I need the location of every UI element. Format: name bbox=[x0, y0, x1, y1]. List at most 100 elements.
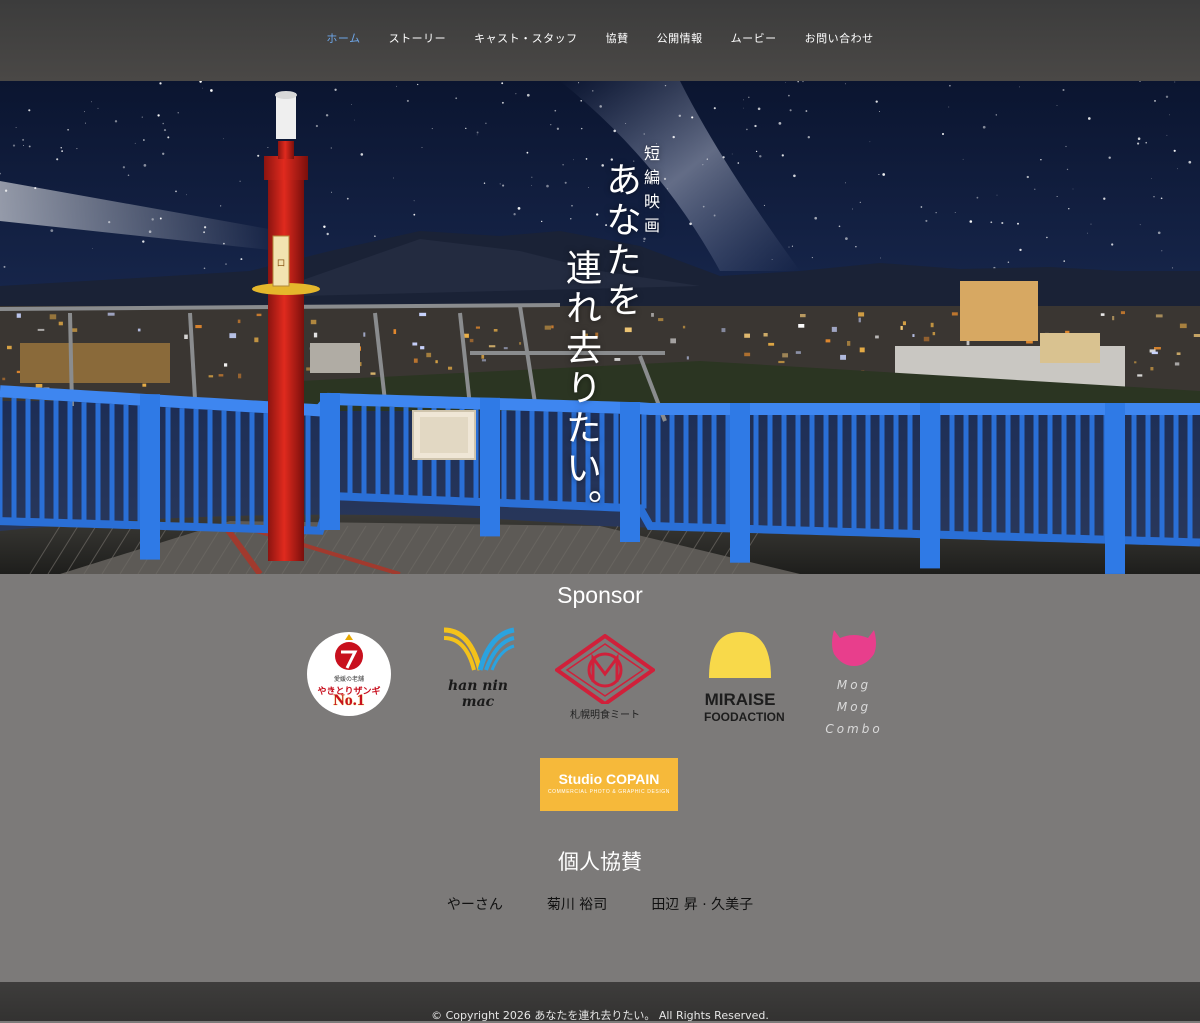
star-dot bbox=[882, 173, 886, 176]
star-dot bbox=[513, 213, 516, 216]
star-dot bbox=[778, 122, 782, 125]
city-light bbox=[475, 326, 480, 329]
city-light bbox=[107, 312, 115, 316]
star-dot bbox=[935, 212, 937, 214]
railing-post bbox=[140, 394, 160, 560]
city-light bbox=[310, 319, 317, 325]
sponsor-mogmog-logo[interactable]: Mog Mog Combo bbox=[818, 626, 890, 738]
star-dot bbox=[541, 220, 543, 223]
sponsor-meishoku-logo[interactable]: 札幌明食ミート bbox=[555, 634, 655, 724]
nav-item-home[interactable]: ホーム bbox=[312, 31, 374, 47]
hanninmac-text: han nin mac bbox=[448, 678, 508, 710]
city-light bbox=[1154, 347, 1161, 350]
star-dot bbox=[995, 114, 997, 116]
star-dot bbox=[177, 112, 179, 114]
star-dot bbox=[1151, 178, 1152, 180]
city-light bbox=[782, 353, 788, 358]
star-dot bbox=[186, 194, 187, 196]
city-light bbox=[800, 314, 806, 318]
city-light bbox=[795, 351, 801, 354]
star-dot bbox=[663, 177, 667, 181]
city-light bbox=[237, 319, 241, 324]
star-dot bbox=[15, 127, 17, 129]
city-light bbox=[503, 347, 508, 350]
nav-item-story[interactable]: ストーリー bbox=[375, 31, 461, 47]
star-dot bbox=[240, 258, 243, 261]
star-dot bbox=[1176, 168, 1178, 170]
nav-item-release-info[interactable]: 公開情報 bbox=[643, 31, 717, 47]
star-dot bbox=[465, 127, 467, 130]
city-light bbox=[682, 325, 686, 329]
star-dot bbox=[1062, 88, 1065, 92]
nav-item-contact[interactable]: お問い合わせ bbox=[791, 31, 888, 47]
star-dot bbox=[476, 131, 479, 134]
individual-sponsor-list: やーさん 菊川 裕司 田辺 昇 · 久美子 bbox=[0, 894, 1200, 914]
star-dot bbox=[706, 158, 708, 160]
star-dot bbox=[814, 216, 818, 220]
nav-item-movie[interactable]: ムービー bbox=[717, 31, 791, 47]
sponsor-miraise-logo[interactable]: MIRAISE FOODACTION bbox=[704, 630, 785, 730]
city-light bbox=[932, 332, 936, 336]
star-dot bbox=[61, 150, 63, 152]
star-dot bbox=[60, 147, 62, 149]
star-dot bbox=[431, 128, 433, 130]
star-dot bbox=[175, 190, 177, 193]
star-dot bbox=[325, 114, 329, 117]
star-dot bbox=[962, 158, 964, 160]
star-dot bbox=[50, 229, 54, 232]
nav-item-sponsor[interactable]: 協賛 bbox=[592, 31, 643, 47]
site-footer: © Copyright 2026 あなたを連れ去りたい。 All Rights … bbox=[0, 982, 1200, 1022]
city-light bbox=[900, 326, 903, 330]
star-dot bbox=[1034, 188, 1036, 190]
nav-item-cast-staff[interactable]: キャスト・スタッフ bbox=[460, 31, 592, 47]
star-dot bbox=[1153, 196, 1155, 198]
star-dot bbox=[976, 196, 979, 199]
star-dot bbox=[162, 122, 164, 125]
city-light bbox=[1193, 334, 1200, 337]
star-dot bbox=[97, 107, 99, 109]
city-light bbox=[229, 333, 237, 339]
star-dot bbox=[763, 204, 765, 206]
star-dot bbox=[1171, 267, 1174, 269]
star-dot bbox=[784, 82, 786, 83]
star-dot bbox=[731, 153, 733, 155]
star-dot bbox=[713, 214, 716, 217]
sponsor-yakitori-logo[interactable]: 愛媛の老舗 やきとりザンギ No.1 bbox=[307, 632, 391, 716]
star-dot bbox=[562, 164, 564, 166]
city-light bbox=[519, 342, 522, 345]
yellow-dome-icon bbox=[709, 632, 771, 678]
star-dot bbox=[564, 181, 567, 184]
star-dot bbox=[788, 94, 790, 97]
city-light bbox=[831, 326, 837, 332]
city-light bbox=[651, 313, 654, 317]
star-dot bbox=[334, 88, 337, 91]
city-light bbox=[306, 367, 311, 371]
star-dot bbox=[869, 141, 871, 143]
star-dot bbox=[1019, 86, 1020, 88]
city-light bbox=[481, 359, 486, 362]
star-dot bbox=[845, 237, 848, 240]
city-light bbox=[1100, 313, 1105, 316]
star-dot bbox=[413, 200, 415, 202]
city-light bbox=[1120, 311, 1125, 315]
city-light bbox=[313, 332, 318, 338]
star-dot bbox=[315, 124, 319, 128]
star-dot bbox=[743, 107, 744, 109]
star-dot bbox=[108, 220, 111, 224]
star-dot bbox=[517, 207, 521, 210]
star-dot bbox=[1001, 221, 1004, 225]
sponsor-heading: Sponsor bbox=[557, 582, 643, 608]
city-light bbox=[614, 358, 621, 361]
sponsor-hanninmac-logo[interactable]: han nin mac bbox=[440, 626, 516, 738]
individual-sponsor-heading: 個人協賛 bbox=[558, 850, 642, 874]
city-light bbox=[224, 363, 228, 367]
star-dot bbox=[1065, 145, 1067, 148]
star-dot bbox=[114, 120, 118, 123]
star-dot bbox=[1137, 137, 1141, 140]
yakitori-badge: No.1 bbox=[333, 692, 365, 709]
star-dot bbox=[570, 218, 572, 220]
city-light bbox=[1134, 361, 1137, 364]
star-dot bbox=[239, 180, 241, 182]
sponsor-studio-copain-logo[interactable]: Studio COPAIN COMMERCIAL PHOTO & GRAPHIC… bbox=[540, 758, 678, 811]
meishoku-caption: 札幌明食ミート bbox=[570, 710, 640, 721]
